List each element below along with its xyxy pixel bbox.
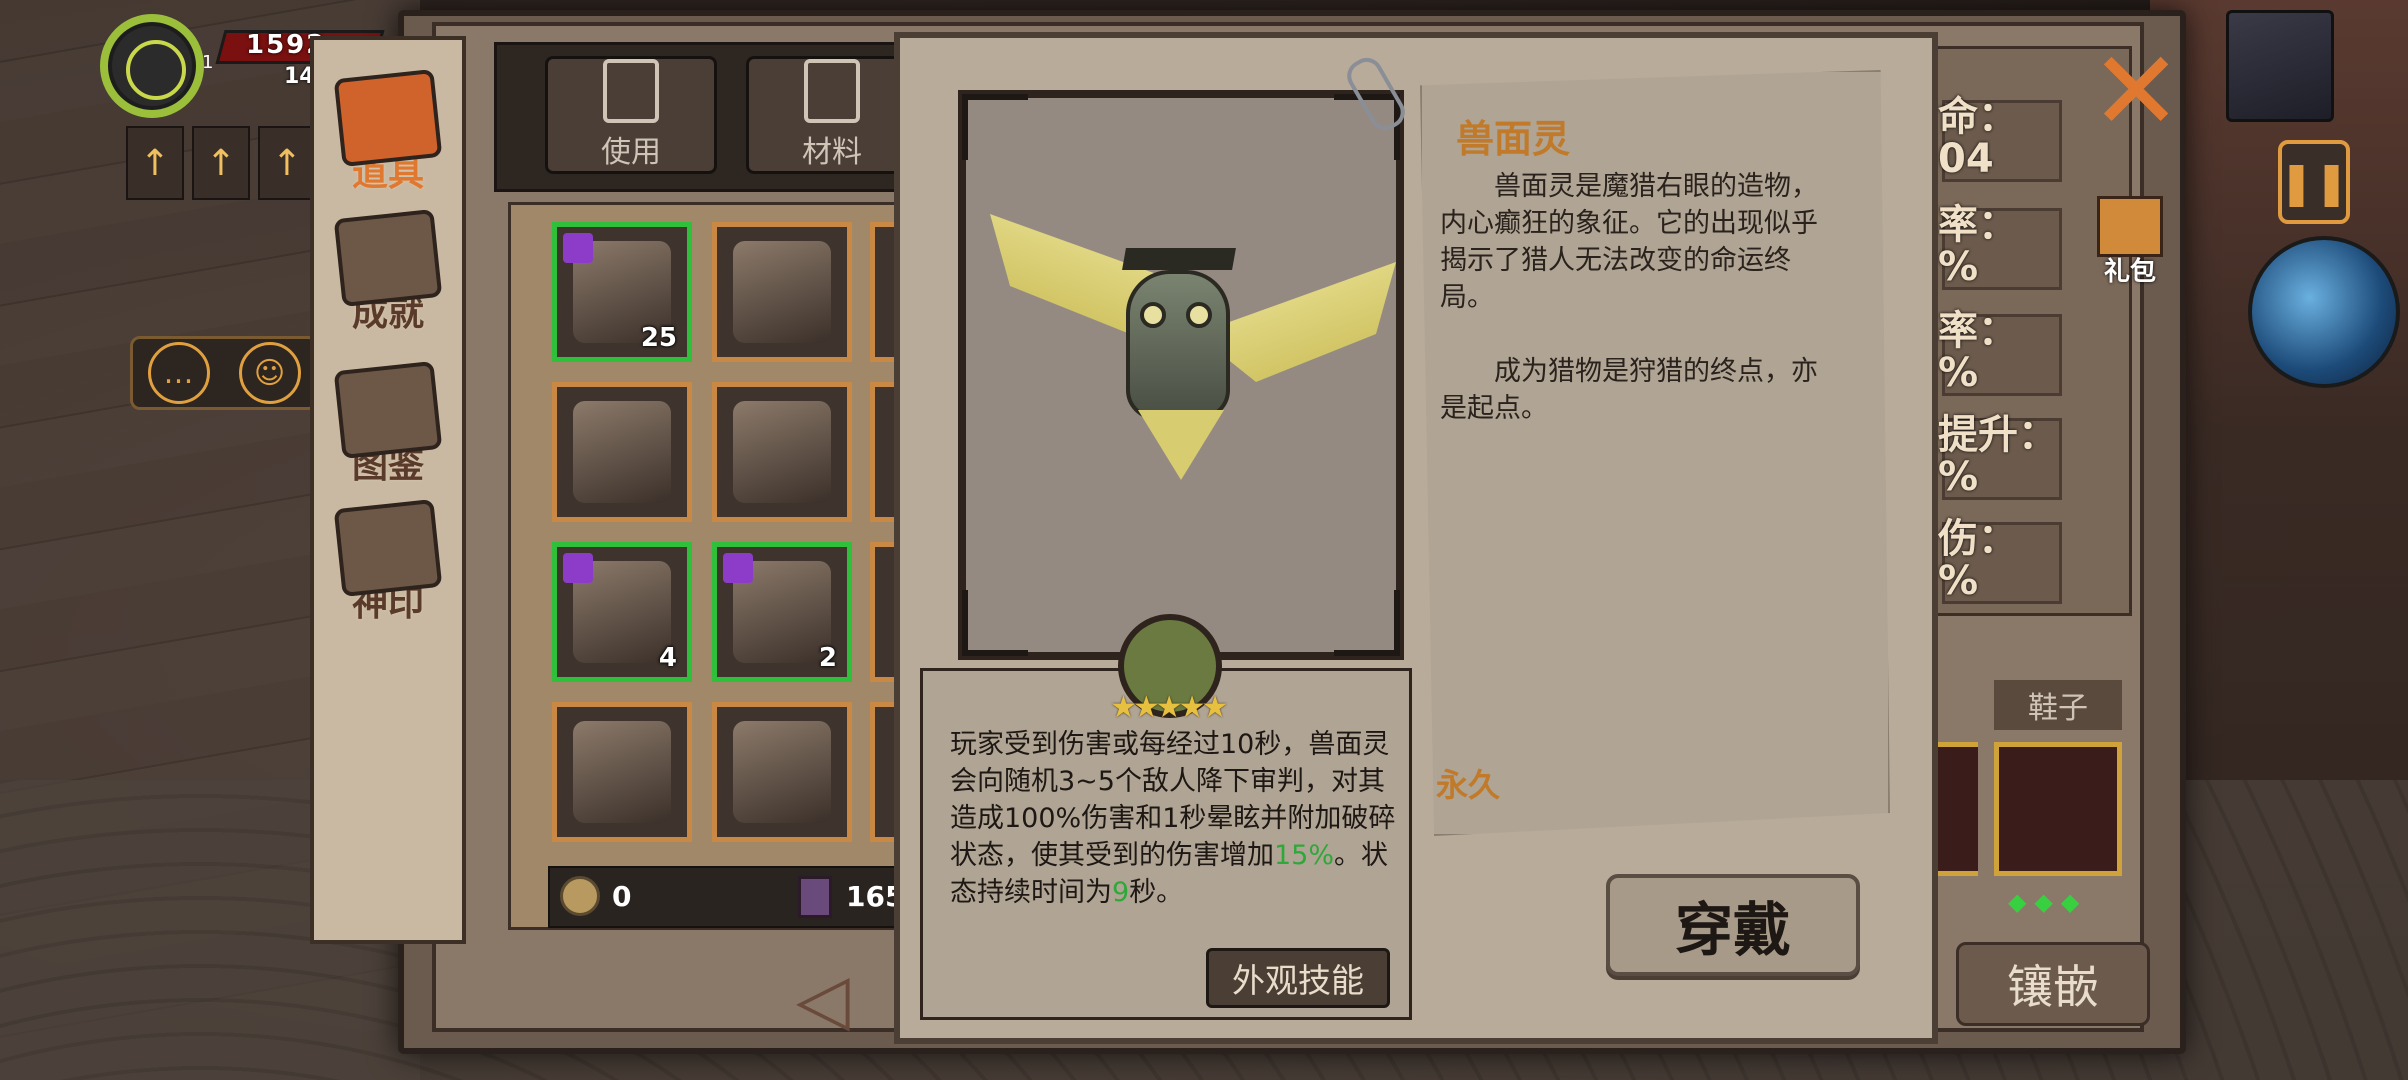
stat-value: % — [1938, 244, 1979, 290]
stat-label: 命： — [1938, 94, 2018, 140]
owl-eye — [1186, 302, 1212, 328]
codex-tab-icon — [333, 361, 443, 459]
stat-label: 伤： — [1938, 516, 2018, 562]
puzzle-piece-icon — [723, 553, 753, 583]
item-slot[interactable] — [712, 222, 852, 362]
emote-icon[interactable]: ☺ — [238, 342, 301, 404]
achievements-tab-icon — [333, 209, 443, 307]
subtab-label: 使用 — [601, 135, 661, 170]
item-count: 4 — [658, 643, 677, 673]
close-icon[interactable]: ✕ — [2090, 36, 2182, 146]
gift-button[interactable]: 礼包 — [2086, 196, 2174, 288]
sword-buff-icon: ↑ — [126, 126, 184, 200]
stat-label: 率： — [1938, 308, 2018, 354]
item-slot[interactable]: 2 — [712, 542, 852, 682]
tab-divine-seal[interactable]: 神印 — [314, 490, 462, 640]
item-slot[interactable] — [552, 702, 692, 842]
tab-items[interactable]: 道具 — [314, 60, 462, 210]
inlay-button[interactable]: 镶嵌 — [1956, 942, 2150, 1026]
subtab-label: 材料 — [802, 135, 862, 170]
gift-icon — [2097, 196, 2163, 257]
item-slot[interactable] — [712, 702, 852, 842]
stat-label: 率： — [1938, 202, 2018, 248]
puzzle-piece-icon — [563, 233, 593, 263]
stat-label: 提升： — [1938, 412, 2058, 458]
chat-group: … ☺ — [130, 336, 318, 410]
owl-eye — [1140, 302, 1166, 328]
owl-cap — [1122, 248, 1236, 270]
tab-achievements[interactable]: 成就 — [314, 200, 462, 350]
item-art — [573, 401, 671, 503]
material-icon — [804, 59, 860, 123]
tab-codex[interactable]: 图鉴 — [314, 352, 462, 502]
item-slot[interactable]: 4 — [552, 542, 692, 682]
item-slot[interactable]: 25 — [552, 222, 692, 362]
skill-highlight-value: 9 — [1112, 877, 1130, 908]
skill-highlight-value: 15% — [1274, 840, 1335, 871]
skill-description: 玩家受到伤害或每经过10秒，兽面灵会向随机3~5个敌人降下审判，对其造成100%… — [950, 726, 1396, 911]
player-status-ring[interactable] — [100, 14, 204, 118]
chat-icon[interactable]: … — [147, 342, 210, 404]
item-slot[interactable] — [712, 382, 852, 522]
item-art — [733, 401, 831, 503]
seal-tab-icon — [333, 499, 443, 597]
item-count: 2 — [818, 643, 837, 673]
appearance-skill-button[interactable]: 外观技能 — [1206, 948, 1390, 1008]
item-slot[interactable] — [552, 382, 692, 522]
stat-value: % — [1938, 454, 1979, 500]
subtab-use[interactable]: 使用 — [545, 56, 717, 174]
item-duration: 永久 — [1436, 766, 1501, 804]
item-art — [573, 721, 671, 823]
sword-buff-icon: ↑ — [192, 126, 250, 200]
item-art — [733, 241, 831, 343]
pause-icon[interactable]: ❚❚ — [2278, 140, 2350, 224]
coin-count: 0 — [612, 880, 632, 913]
skill-text-segment: 秒。 — [1129, 877, 1184, 908]
gift-label: 礼包 — [2103, 257, 2156, 287]
player-avatar[interactable] — [2226, 10, 2334, 122]
prev-page-arrow[interactable]: ◁ — [796, 958, 850, 1040]
item-description: 兽面灵是魔猎右眼的造物，内心癫狂的象征。它的出现似乎揭示了猎人无法改变的命运终局… — [1440, 171, 1818, 424]
stat-value: 04 — [1938, 136, 1994, 182]
puzzle-piece-icon — [563, 553, 593, 583]
stat-value: % — [1938, 350, 1979, 396]
star-rating: ★★★★★ — [1110, 690, 1229, 725]
player-level: 1 — [202, 52, 214, 73]
item-count: 25 — [640, 323, 677, 353]
owl-spirit-image — [1126, 270, 1230, 420]
stat-value: % — [1938, 558, 1979, 604]
crystal-orb — [2248, 236, 2400, 388]
coin-icon — [560, 876, 600, 916]
wear-button[interactable]: 穿戴 — [1606, 874, 1860, 976]
subtab-material[interactable]: 材料 — [746, 56, 918, 174]
item-art — [733, 721, 831, 823]
sword-buff-icon: ↑ — [258, 126, 316, 200]
shoes-slot-header: 鞋子 — [1994, 680, 2122, 730]
item-name: 兽面灵 — [1456, 117, 1571, 161]
buff-row: ↑ ↑ ↑ — [126, 126, 316, 200]
bottle-icon — [603, 59, 659, 123]
equip-level-dots: ◆◆◆ — [2008, 888, 2088, 916]
items-tab-icon — [333, 69, 443, 167]
book-icon — [798, 876, 832, 918]
shoes-equip-slot[interactable] — [1994, 742, 2122, 876]
